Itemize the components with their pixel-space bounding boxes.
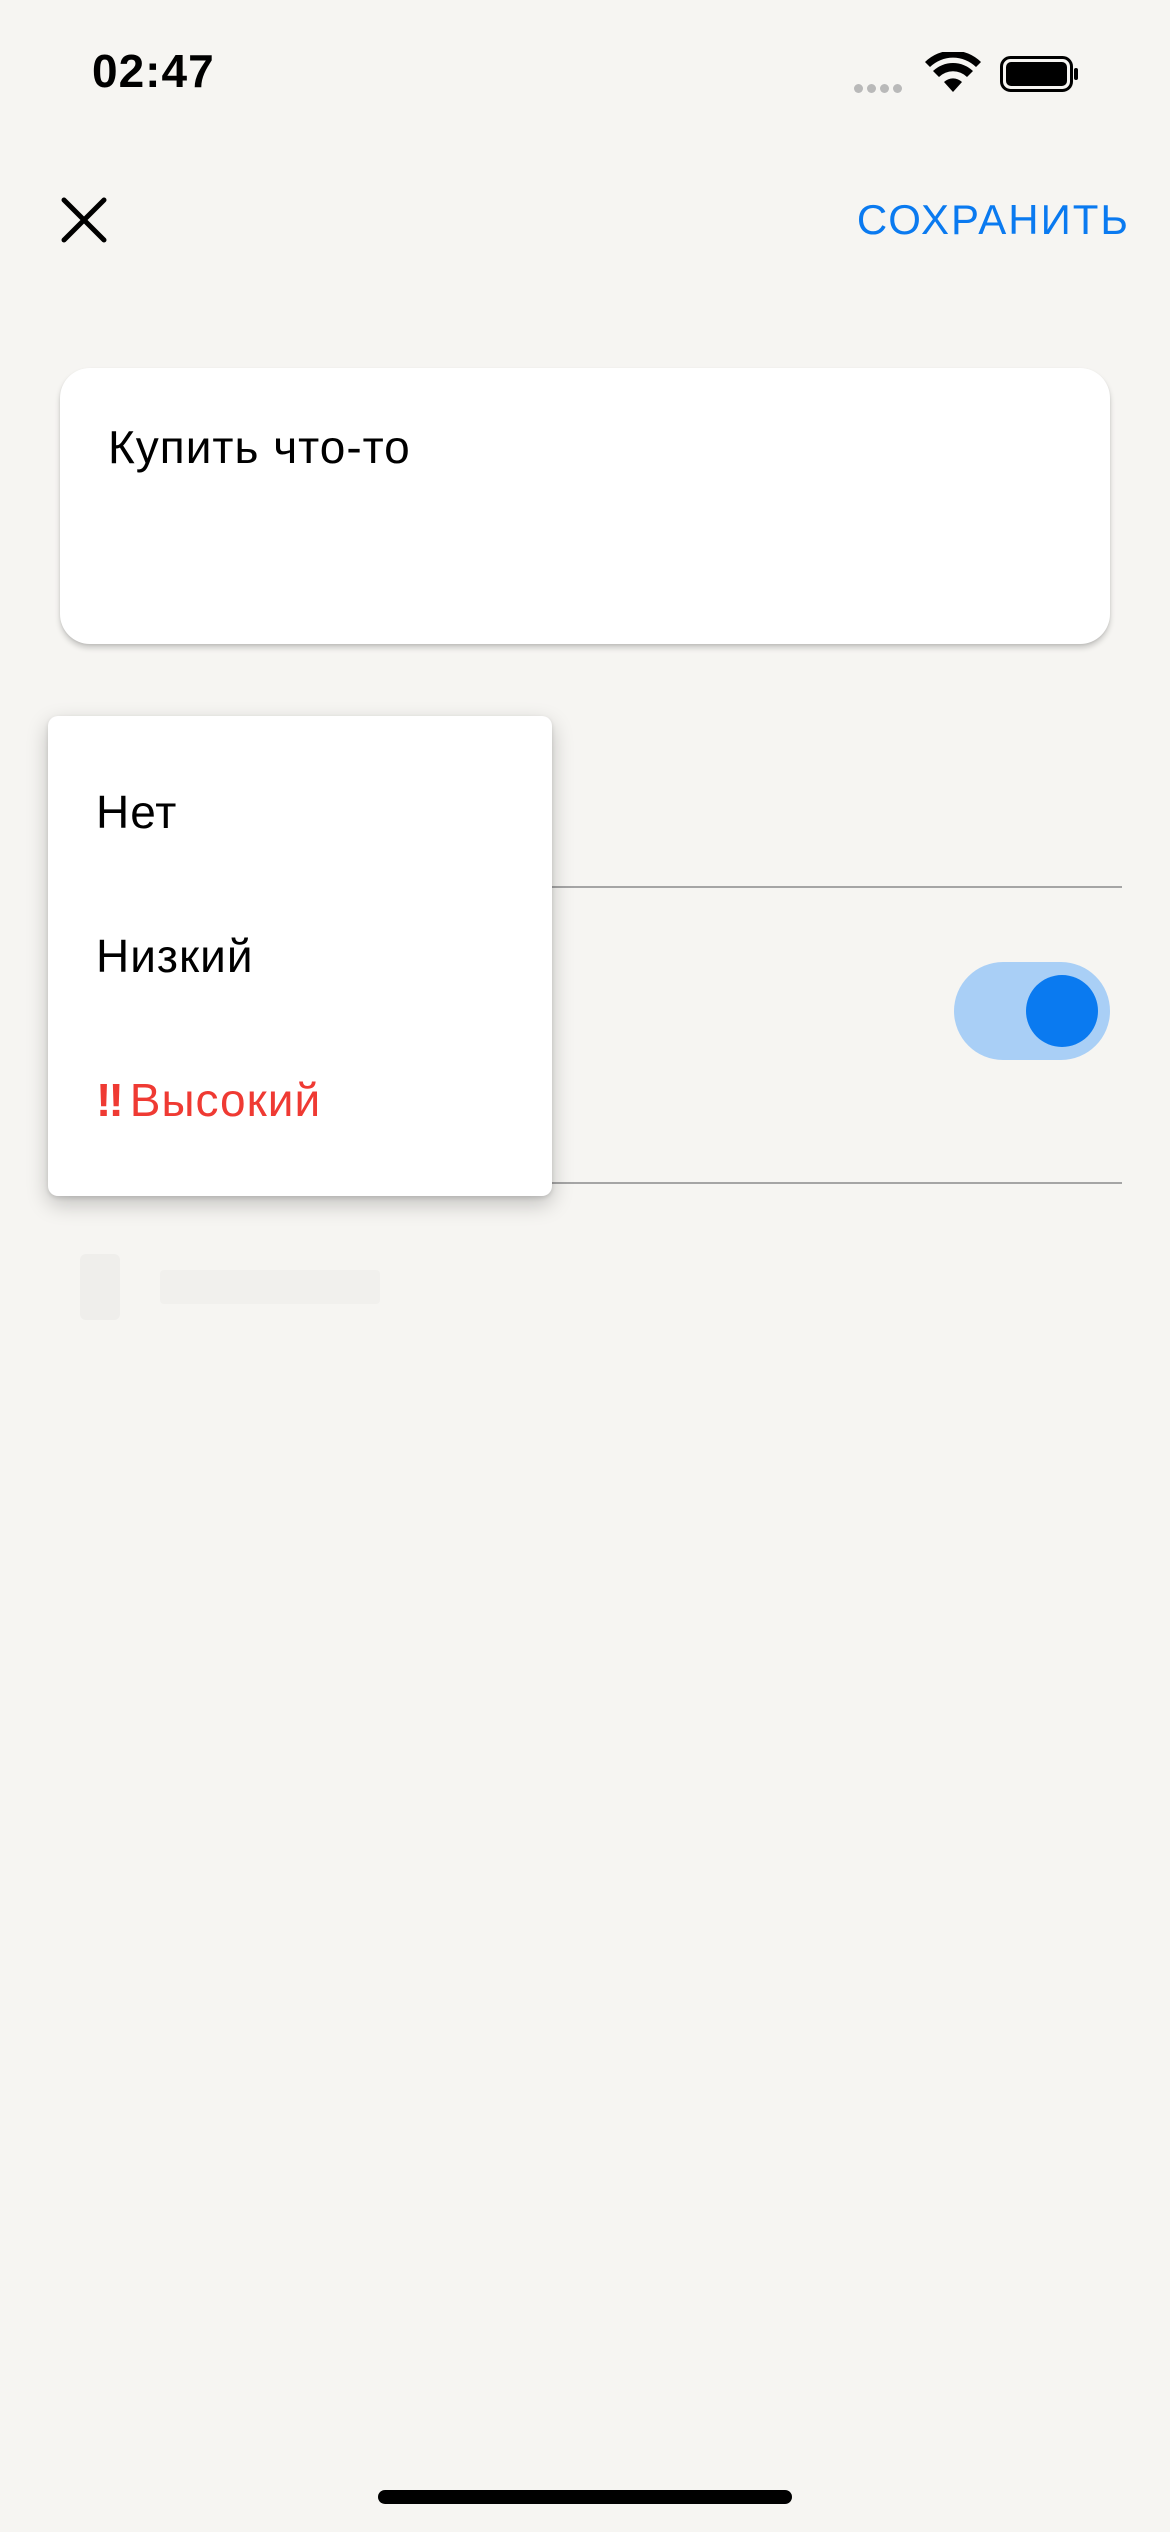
- deadline-toggle[interactable]: [954, 962, 1110, 1060]
- toggle-knob: [1026, 975, 1098, 1047]
- exclamation-icon: ‼: [96, 1074, 124, 1126]
- menu-item-label: Нет: [96, 786, 178, 838]
- task-text-field[interactable]: Купить что-то: [60, 368, 1110, 644]
- menu-item-label: Низкий: [96, 930, 254, 982]
- save-button[interactable]: СОХРАНИТЬ: [857, 196, 1130, 244]
- delete-icon: [80, 1254, 120, 1320]
- close-button[interactable]: [52, 188, 116, 252]
- priority-menu: Нет Низкий ‼ Высокий: [48, 716, 552, 1196]
- status-icons: [854, 52, 1114, 96]
- close-icon: [61, 197, 107, 243]
- priority-option-high[interactable]: ‼ Высокий: [48, 1028, 552, 1172]
- task-text: Купить что-то: [108, 421, 411, 473]
- status-time: 02:47: [92, 45, 215, 97]
- wifi-icon: [925, 52, 981, 92]
- menu-item-label: Высокий: [129, 1074, 322, 1126]
- priority-option-low[interactable]: Низкий: [48, 884, 552, 1028]
- delete-label-placeholder: [160, 1270, 380, 1304]
- signal-icon: [854, 80, 906, 98]
- delete-row: [80, 1254, 400, 1324]
- battery-icon: [1000, 56, 1078, 92]
- priority-option-none[interactable]: Нет: [48, 740, 552, 884]
- task-edit-screen: 02:47 СОХРАНИТЬ Купить что-то Нет Низкий…: [0, 0, 1170, 2532]
- home-indicator: [378, 2490, 792, 2504]
